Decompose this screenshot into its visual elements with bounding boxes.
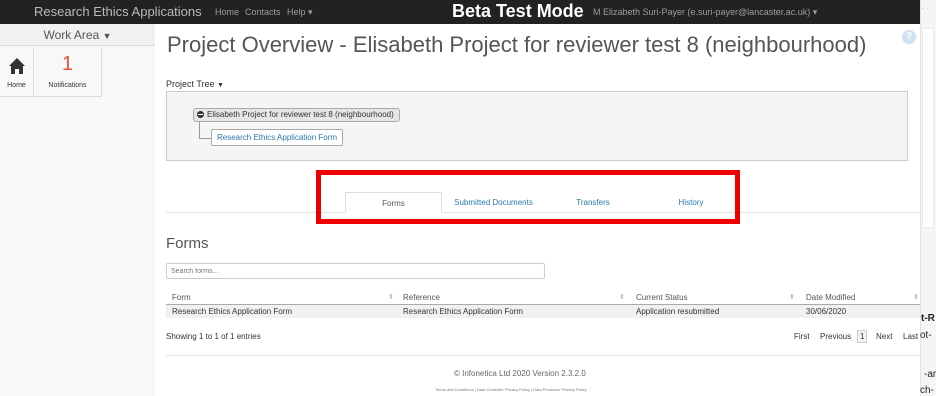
chevron-down-icon: ▼ [102, 31, 112, 41]
sidebar-item-label: Home [7, 82, 26, 89]
app-brand[interactable]: Research Ethics Applications [34, 4, 202, 19]
beta-mode-label: Beta Test Mode [452, 1, 584, 21]
user-name: M Elizabeth Suri-Payer (e.suri-payer@lan… [593, 7, 811, 17]
pager-last-button[interactable]: Last [900, 330, 921, 343]
user-menu[interactable]: M Elizabeth Suri-Payer (e.suri-payer@lan… [593, 7, 817, 18]
caret-down-icon: ▾ [308, 7, 313, 17]
sidebar-item-notifications[interactable]: 1 Notifications [34, 47, 102, 97]
nav-help-menu[interactable]: Help ▾ [287, 7, 313, 18]
column-header-form[interactable]: Form [172, 291, 191, 304]
tree-connector [199, 122, 200, 138]
table-info: Showing 1 to 1 of 1 entries [166, 332, 261, 341]
project-tree-label: Project Tree [166, 79, 215, 89]
cell-form[interactable]: Research Ethics Application Form [172, 305, 292, 318]
page-title: Project Overview - Elisabeth Project for… [167, 32, 867, 57]
column-header-date-modified[interactable]: Date Modified [806, 291, 855, 304]
tree-root-label: Elisabeth Project for reviewer test 8 (n… [207, 110, 394, 119]
tree-root-node[interactable]: Elisabeth Project for reviewer test 8 (n… [193, 108, 400, 122]
column-header-reference[interactable]: Reference [403, 291, 440, 304]
caret-down-icon: ▾ [812, 7, 818, 17]
scrollbar-grip-icon: · · [921, 4, 929, 13]
cell-date-modified: 30/06/2020 [806, 307, 847, 316]
highlight-box [316, 170, 740, 224]
edge-fragment: ot- [920, 330, 932, 341]
work-area-label: Work Area [43, 28, 100, 42]
copyright-text: © Infonetica Ltd 2020 Version 2.3.2.0 [454, 369, 586, 378]
edge-fragment: t-R [921, 313, 935, 324]
sidebar-item-label: Notifications [48, 82, 87, 89]
home-icon [9, 58, 25, 74]
tree-child-node[interactable]: Research Ethics Application Form [211, 129, 344, 146]
footer-links[interactable]: Terms and Conditions | Data Controller P… [435, 387, 587, 392]
chevron-down-icon: ▼ [217, 82, 224, 89]
notifications-count: 1 [61, 53, 74, 75]
search-forms-input[interactable] [166, 263, 545, 279]
edge-fragment: ch- [920, 385, 934, 396]
column-header-status[interactable]: Current Status [636, 291, 688, 304]
sidebar-item-home[interactable]: Home [0, 47, 34, 97]
pager-page-1-button[interactable]: 1 [857, 330, 868, 343]
edge-fragment: -ar [924, 369, 936, 380]
project-tree-toggle[interactable]: Project Tree ▼ [166, 79, 224, 89]
sort-icon: ⬍ [789, 294, 795, 301]
collapse-icon[interactable] [197, 111, 204, 118]
pager-previous-button[interactable]: Previous [817, 330, 854, 343]
pager-first-button[interactable]: First [791, 330, 813, 343]
tree-connector [199, 138, 211, 139]
nav-help-label: Help [287, 7, 306, 17]
nav-home-link[interactable]: Home [215, 7, 239, 17]
sort-icon: ⬍ [913, 294, 919, 301]
scrollbar-thumb[interactable] [922, 28, 934, 228]
cell-reference: Research Ethics Application Form [403, 307, 524, 316]
forms-heading: Forms [166, 235, 209, 252]
cell-status: Application resubmitted [636, 307, 720, 316]
project-tree-panel [166, 91, 908, 161]
sort-icon: ⬍ [619, 294, 625, 301]
footer-divider [166, 355, 920, 356]
sort-icon: ⬍ [388, 294, 394, 301]
pager-next-button[interactable]: Next [873, 330, 895, 343]
work-area-toggle[interactable]: Work Area ▼ [0, 24, 155, 46]
nav-contacts-link[interactable]: Contacts [245, 7, 281, 17]
help-icon[interactable]: ? [902, 30, 916, 44]
